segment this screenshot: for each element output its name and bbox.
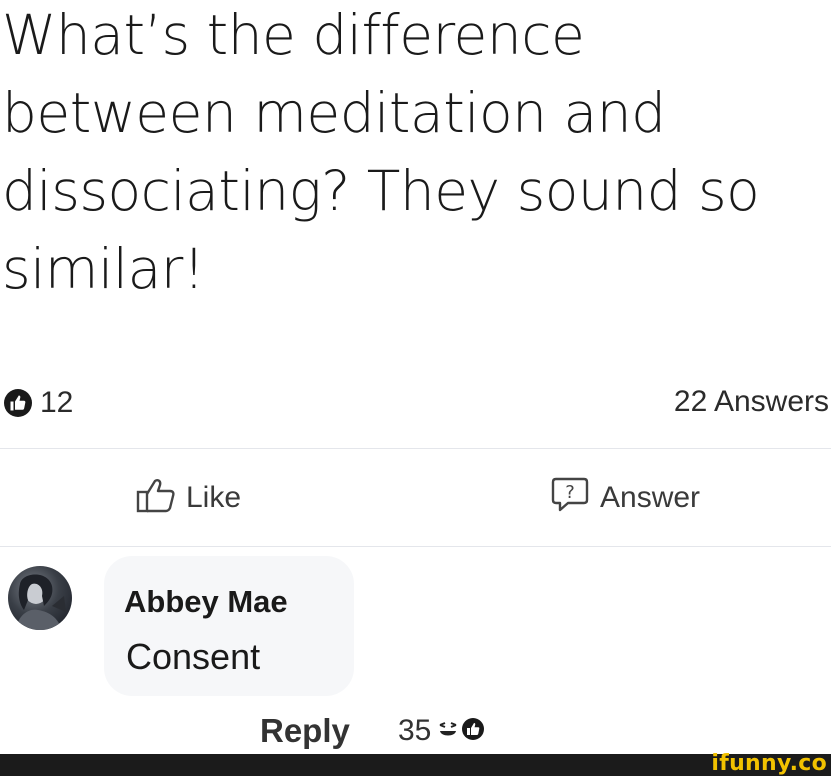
avatar[interactable] (8, 566, 72, 630)
thumbs-up-icon (136, 476, 176, 519)
question-bubble-icon: ? (550, 476, 590, 519)
like-button[interactable]: Like (136, 476, 241, 519)
footer-bar: ifunny.co (0, 751, 831, 776)
reply-button[interactable]: Reply (260, 712, 350, 750)
comment-author[interactable]: Abbey Mae (124, 584, 288, 620)
comment-text: Consent (126, 636, 261, 677)
divider (0, 546, 831, 547)
answers-count[interactable]: 22 Answers (674, 385, 829, 419)
svg-text:?: ? (565, 482, 575, 503)
comment: Abbey Mae Consent (0, 556, 831, 716)
thumbs-up-badge-icon (4, 389, 32, 417)
post-stats: 12 22 Answers (0, 380, 831, 430)
divider (0, 448, 831, 449)
answer-label: Answer (600, 480, 701, 514)
like-reaction-icon (461, 717, 485, 746)
ifunny-watermark: ifunny.co (711, 751, 827, 776)
like-count: 12 (40, 386, 74, 419)
comment-reactions[interactable]: 35 (398, 714, 485, 748)
reaction-count: 35 (398, 714, 432, 747)
answer-button[interactable]: ? Answer (550, 476, 700, 519)
like-label: Like (186, 480, 242, 514)
comment-meta: Reply 35 (0, 712, 831, 752)
laugh-reaction-icon (437, 718, 459, 745)
action-bar: Like ? Answer (0, 462, 831, 538)
question-text: What’s the difference between meditation… (2, 3, 760, 301)
like-summary[interactable]: 12 (4, 386, 73, 420)
